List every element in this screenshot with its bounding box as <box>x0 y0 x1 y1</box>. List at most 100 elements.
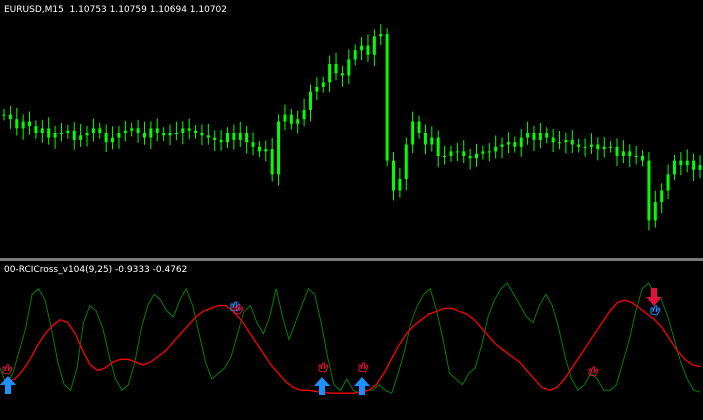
candle-body <box>251 142 255 147</box>
candle-body <box>98 128 102 133</box>
candle-body <box>366 45 370 55</box>
candle-body <box>698 165 702 170</box>
candle-body <box>47 128 51 138</box>
candle-body <box>321 82 325 87</box>
candle-body <box>72 130 76 140</box>
candle-body <box>404 144 408 179</box>
candle-body <box>334 64 338 74</box>
candle-body <box>353 50 357 60</box>
candle-body <box>500 144 504 147</box>
hand-signal-icon <box>318 362 329 373</box>
rci-fast-line <box>0 282 701 394</box>
candle-body <box>277 121 281 175</box>
candle-body <box>59 133 63 134</box>
candle-body <box>225 133 229 143</box>
candle-body <box>283 114 287 122</box>
candle-body <box>468 156 472 159</box>
candle-body <box>672 160 676 175</box>
candle-body <box>634 156 638 157</box>
sell-arrow-icon <box>646 288 662 306</box>
candle-body <box>436 137 440 156</box>
candle-body <box>538 133 542 140</box>
candle-body <box>443 156 447 157</box>
candle-body <box>577 144 581 147</box>
candle-body <box>398 179 402 191</box>
indicator-chart[interactable] <box>0 261 703 420</box>
candle-body <box>430 137 434 145</box>
candle-body <box>232 133 236 140</box>
candle-body <box>162 133 166 136</box>
candle-body <box>257 146 261 152</box>
candle-body <box>558 142 562 144</box>
candle-body <box>462 151 466 156</box>
candle-body <box>449 151 453 156</box>
candle-body <box>111 137 115 143</box>
candle-body <box>609 146 613 148</box>
candle-body <box>238 133 242 140</box>
price-chart-pane[interactable] <box>0 0 703 258</box>
candle-body <box>308 91 312 110</box>
candle-body <box>506 142 510 145</box>
candle-body <box>85 133 89 136</box>
candle-body <box>130 128 134 131</box>
candle-body <box>475 153 479 159</box>
candle-body <box>621 151 625 156</box>
candle-body <box>692 160 696 170</box>
candle-body <box>628 151 632 156</box>
candle-body <box>379 34 383 37</box>
candle-body <box>494 146 498 152</box>
candle-body <box>28 121 32 127</box>
chart-window[interactable]: EURUSD,M15 1.10753 1.10759 1.10694 1.107… <box>0 0 703 420</box>
candle-body <box>551 137 555 143</box>
candle-body <box>187 128 191 131</box>
candle-body <box>385 34 389 161</box>
candle-body <box>487 151 491 153</box>
price-chart-label: EURUSD,M15 1.10753 1.10759 1.10694 1.107… <box>4 5 228 15</box>
candle-body <box>347 59 351 76</box>
candle-body <box>104 133 108 143</box>
candle-body <box>21 121 25 129</box>
candle-body <box>91 128 95 133</box>
candle-body <box>315 87 319 92</box>
candle-body <box>596 144 600 150</box>
candle-body <box>194 130 198 133</box>
candle-body <box>685 160 689 166</box>
candle-body <box>641 156 645 161</box>
candle-body <box>660 190 664 202</box>
candle-body <box>117 133 121 138</box>
candle-body <box>66 130 70 133</box>
candle-body <box>206 135 210 138</box>
candle-body <box>360 45 364 51</box>
candle-body <box>583 146 587 148</box>
candle-body <box>519 137 523 147</box>
indicator-pane[interactable] <box>0 261 703 420</box>
candle-body <box>53 133 57 138</box>
candle-body <box>2 114 6 116</box>
candle-body <box>123 130 127 133</box>
candle-body <box>15 119 19 129</box>
hand-signal-icon <box>650 305 661 316</box>
candle-body <box>340 73 344 76</box>
candle-body <box>666 174 670 191</box>
price-chart[interactable] <box>0 0 703 258</box>
candle-body <box>168 133 172 136</box>
candle-body <box>79 135 83 140</box>
candle-body <box>602 146 606 150</box>
candle-body <box>526 133 530 138</box>
candle-body <box>615 146 619 156</box>
candle-body <box>149 128 153 138</box>
candle-body <box>647 160 651 221</box>
candle-body <box>181 128 185 133</box>
candle-body <box>245 133 249 143</box>
candle-body <box>296 119 300 124</box>
candle-body <box>392 160 396 191</box>
candle-body <box>8 114 12 120</box>
rci-slow-line <box>0 299 701 394</box>
candle-body <box>411 121 415 145</box>
candle-body <box>200 133 204 136</box>
candle-body <box>213 137 217 140</box>
candle-body <box>513 142 517 147</box>
candle-body <box>302 110 306 120</box>
candle-body <box>142 133 146 138</box>
candle-body <box>589 144 593 147</box>
